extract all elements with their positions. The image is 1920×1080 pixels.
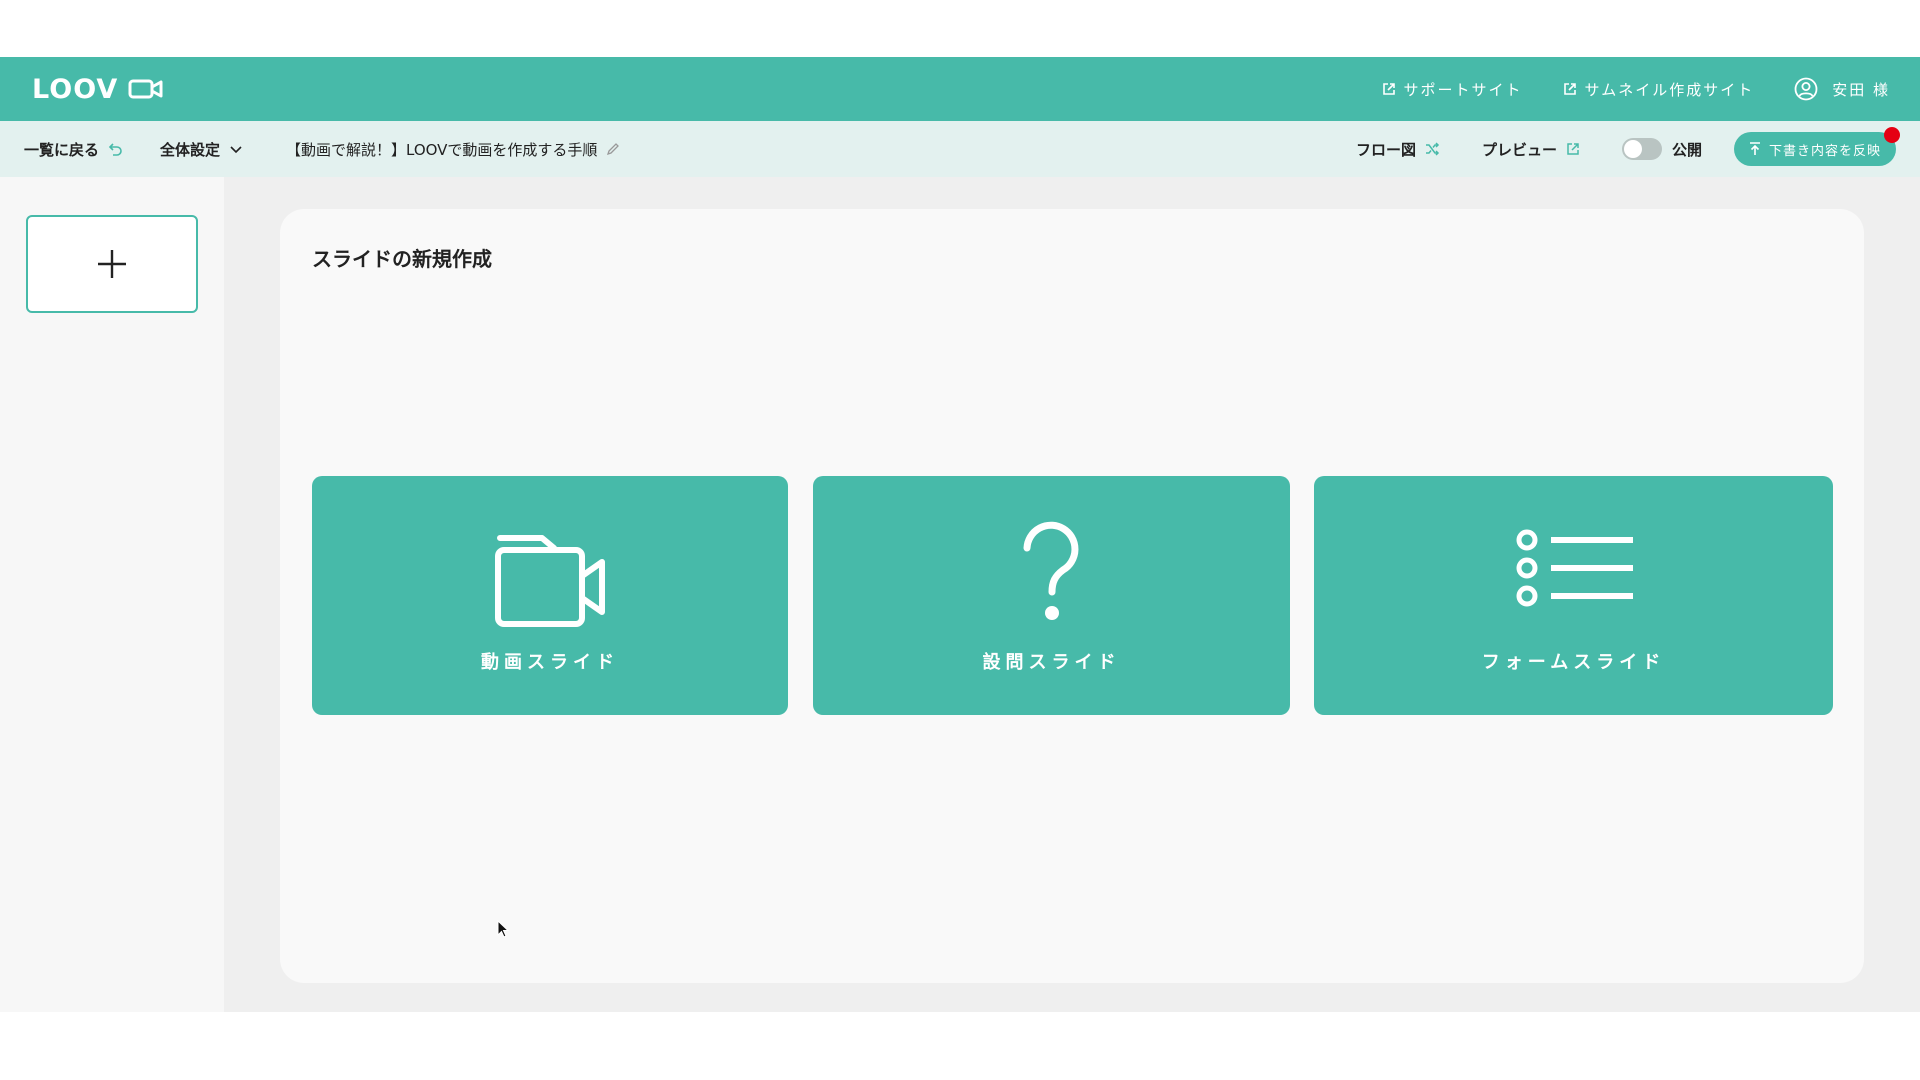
document-title[interactable]: 【動画で解説！】LOOVで動画を作成する手順 xyxy=(286,121,621,177)
slide-sidebar xyxy=(0,177,224,1012)
thumbnail-site-label: サムネイル作成サイト xyxy=(1584,80,1755,99)
external-link-icon xyxy=(1567,143,1579,155)
new-slide-panel: スライドの新規作成 動画スライド 設問スライド フォームスライド xyxy=(280,209,1864,983)
chevron-down-icon xyxy=(230,146,242,154)
preview-label: プレビュー xyxy=(1482,140,1558,159)
global-settings-dropdown[interactable]: 全体設定 xyxy=(160,121,244,177)
list-icon xyxy=(1516,529,1633,607)
upload-icon xyxy=(1749,142,1760,155)
question-slide-label: 設問スライド xyxy=(982,652,1121,673)
question-slide-card[interactable]: 設問スライド xyxy=(813,476,1290,715)
public-toggle-group: 公開 xyxy=(1622,121,1702,177)
global-settings-label: 全体設定 xyxy=(160,140,221,159)
document-title-text: 【動画で解説！】LOOVで動画を作成する手順 xyxy=(286,140,598,159)
logo-camera-icon xyxy=(128,79,163,99)
video-slide-label: 動画スライド xyxy=(481,652,619,673)
apply-draft-label: 下書き内容を反映 xyxy=(1768,143,1881,159)
flow-diagram-label: フロー図 xyxy=(1356,140,1417,159)
external-link-icon xyxy=(1382,83,1395,95)
panel-title: スライドの新規作成 xyxy=(312,247,492,271)
user-menu[interactable]: 安田 様 xyxy=(1794,77,1890,101)
notification-dot xyxy=(1884,127,1900,143)
add-slide-button[interactable] xyxy=(26,215,198,313)
editor-toolbar: 一覧に戻る 全体設定 【動画で解説！】LOOVで動画を作成する手順 フロー図 プ… xyxy=(0,121,1920,177)
undo-arrow-icon xyxy=(108,143,122,156)
form-slide-label: フォームスライド xyxy=(1481,652,1666,673)
video-camera-icon xyxy=(495,535,605,627)
app-window: LOOV サポートサイト サムネイル作成サイト 安田 様 一覧に戻る 全体設定 … xyxy=(0,57,1920,1012)
loov-logo[interactable]: LOOV xyxy=(32,73,164,105)
pencil-edit-icon[interactable] xyxy=(605,141,621,157)
support-site-link[interactable]: サポートサイト xyxy=(1382,79,1523,100)
form-slide-card[interactable]: フォームスライド xyxy=(1314,476,1833,715)
video-slide-card[interactable]: 動画スライド xyxy=(312,476,788,715)
external-link-icon xyxy=(1563,83,1576,95)
flow-diagram-button[interactable]: フロー図 xyxy=(1356,121,1440,177)
user-name: 安田 様 xyxy=(1832,80,1890,99)
question-mark-icon xyxy=(1023,521,1078,620)
logo-text: LOOV xyxy=(32,73,119,105)
back-to-list-label: 一覧に戻る xyxy=(24,140,100,159)
thumbnail-site-link[interactable]: サムネイル作成サイト xyxy=(1563,79,1755,100)
plus-icon xyxy=(98,250,126,278)
top-header: LOOV サポートサイト サムネイル作成サイト 安田 様 xyxy=(0,57,1920,121)
user-avatar-icon xyxy=(1794,77,1818,101)
public-toggle-switch[interactable] xyxy=(1622,138,1662,160)
back-to-list-button[interactable]: 一覧に戻る xyxy=(24,121,123,177)
support-site-label: サポートサイト xyxy=(1403,80,1523,99)
apply-draft-button[interactable]: 下書き内容を反映 xyxy=(1734,132,1896,166)
mouse-cursor-icon xyxy=(497,920,509,938)
public-toggle-label: 公開 xyxy=(1672,140,1703,159)
preview-button[interactable]: プレビュー xyxy=(1482,121,1581,177)
shuffle-icon xyxy=(1426,142,1440,156)
